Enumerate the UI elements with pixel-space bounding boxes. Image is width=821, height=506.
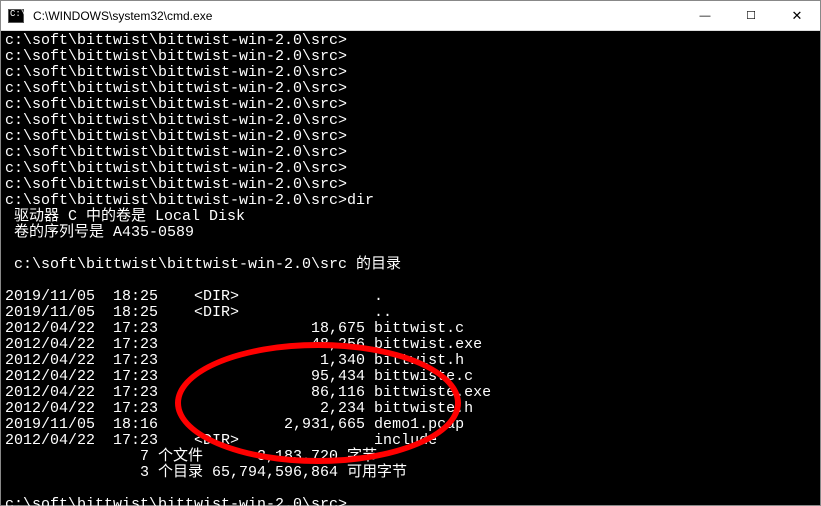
cmd-icon: C:\_ [8,9,24,23]
window-icon-box: C:\_ [1,9,31,23]
close-button[interactable]: ✕ [774,1,820,31]
window-controls: — ☐ ✕ [682,1,820,31]
terminal-output[interactable]: c:\soft\bittwist\bittwist-win-2.0\src> c… [1,31,820,505]
titlebar[interactable]: C:\_ C:\WINDOWS\system32\cmd.exe — ☐ ✕ [1,1,820,31]
minimize-button[interactable]: — [682,1,728,31]
terminal-area: c:\soft\bittwist\bittwist-win-2.0\src> c… [1,31,820,505]
window-title: C:\WINDOWS\system32\cmd.exe [31,9,682,23]
cmd-window: C:\_ C:\WINDOWS\system32\cmd.exe — ☐ ✕ c… [0,0,821,506]
maximize-button[interactable]: ☐ [728,1,774,31]
